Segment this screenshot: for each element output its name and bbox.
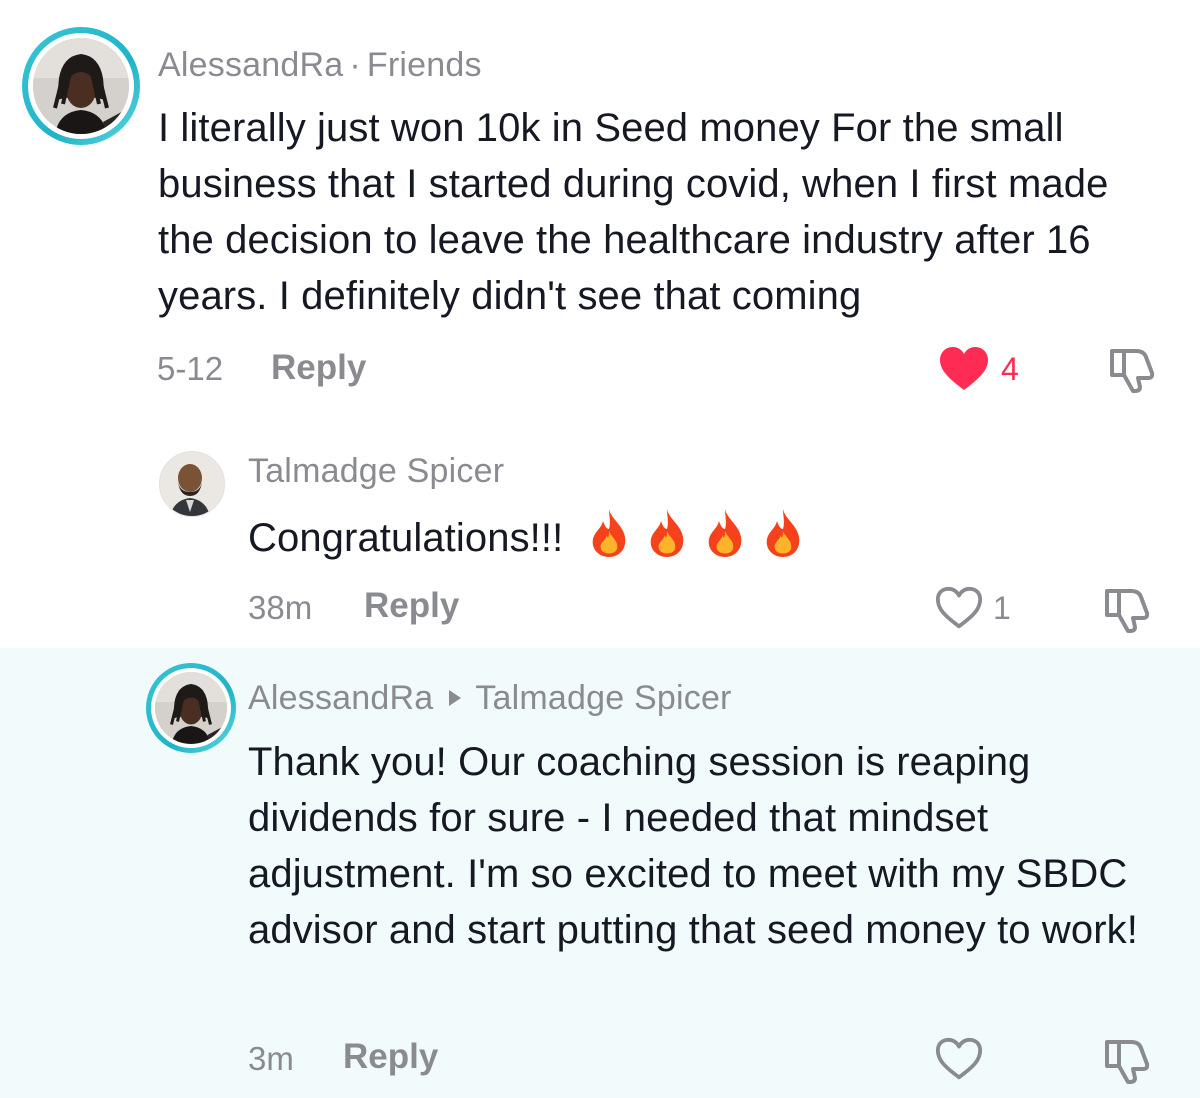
reply-button[interactable]: Reply: [271, 348, 366, 388]
author-name[interactable]: AlessandRa: [158, 46, 343, 84]
avatar[interactable]: [159, 451, 225, 517]
avatar[interactable]: [146, 663, 236, 753]
author-name[interactable]: AlessandRa: [248, 679, 433, 717]
separator-dot: ·: [349, 46, 361, 84]
comment-text: Congratulations!!!: [248, 507, 948, 574]
dislike-button[interactable]: [1101, 1036, 1153, 1089]
like-button[interactable]: [934, 1036, 984, 1087]
heart-outline-icon: [935, 1037, 983, 1080]
comment-date: 3m: [248, 1040, 294, 1077]
fire-icon: [585, 507, 633, 574]
fire-icon: [759, 507, 807, 574]
reply-arrow-icon: [449, 690, 462, 707]
comment-author[interactable]: AlessandRa · Friends: [158, 46, 482, 85]
comment-author[interactable]: Talmadge Spicer: [248, 452, 504, 491]
comment-text: I literally just won 10k in Seed money F…: [158, 106, 1109, 318]
profile-photo-icon: [33, 38, 129, 134]
reply-to-name[interactable]: Talmadge Spicer: [475, 679, 731, 717]
dislike-button[interactable]: [1106, 345, 1158, 398]
like-button[interactable]: [938, 346, 990, 397]
like-count: 1: [993, 590, 1011, 626]
profile-photo-icon: [155, 672, 227, 744]
comment-date: 38m: [248, 589, 313, 626]
heart-filled-icon: [940, 347, 988, 390]
reply-button[interactable]: Reply: [343, 1037, 438, 1077]
thumbs-down-icon: [1110, 349, 1155, 393]
comment-author: AlessandRa Talmadge Spicer: [248, 679, 732, 718]
fire-icon: [701, 507, 749, 574]
like-count: 4: [1001, 351, 1019, 387]
comment-text-content: Congratulations!!!: [248, 516, 564, 561]
relation-label: Friends: [366, 46, 482, 84]
fire-icon: [643, 507, 691, 574]
comment-date: 5-12: [157, 350, 224, 387]
dislike-button[interactable]: [1101, 585, 1153, 638]
heart-outline-icon: [935, 586, 983, 629]
thumbs-down-icon: [1105, 589, 1150, 633]
comment-text: Thank you! Our coaching session is reapi…: [248, 740, 1138, 952]
reply-button[interactable]: Reply: [364, 586, 459, 626]
avatar[interactable]: [22, 27, 140, 145]
like-button[interactable]: [934, 585, 984, 636]
profile-photo-icon: [160, 452, 224, 516]
thumbs-down-icon: [1105, 1040, 1150, 1084]
